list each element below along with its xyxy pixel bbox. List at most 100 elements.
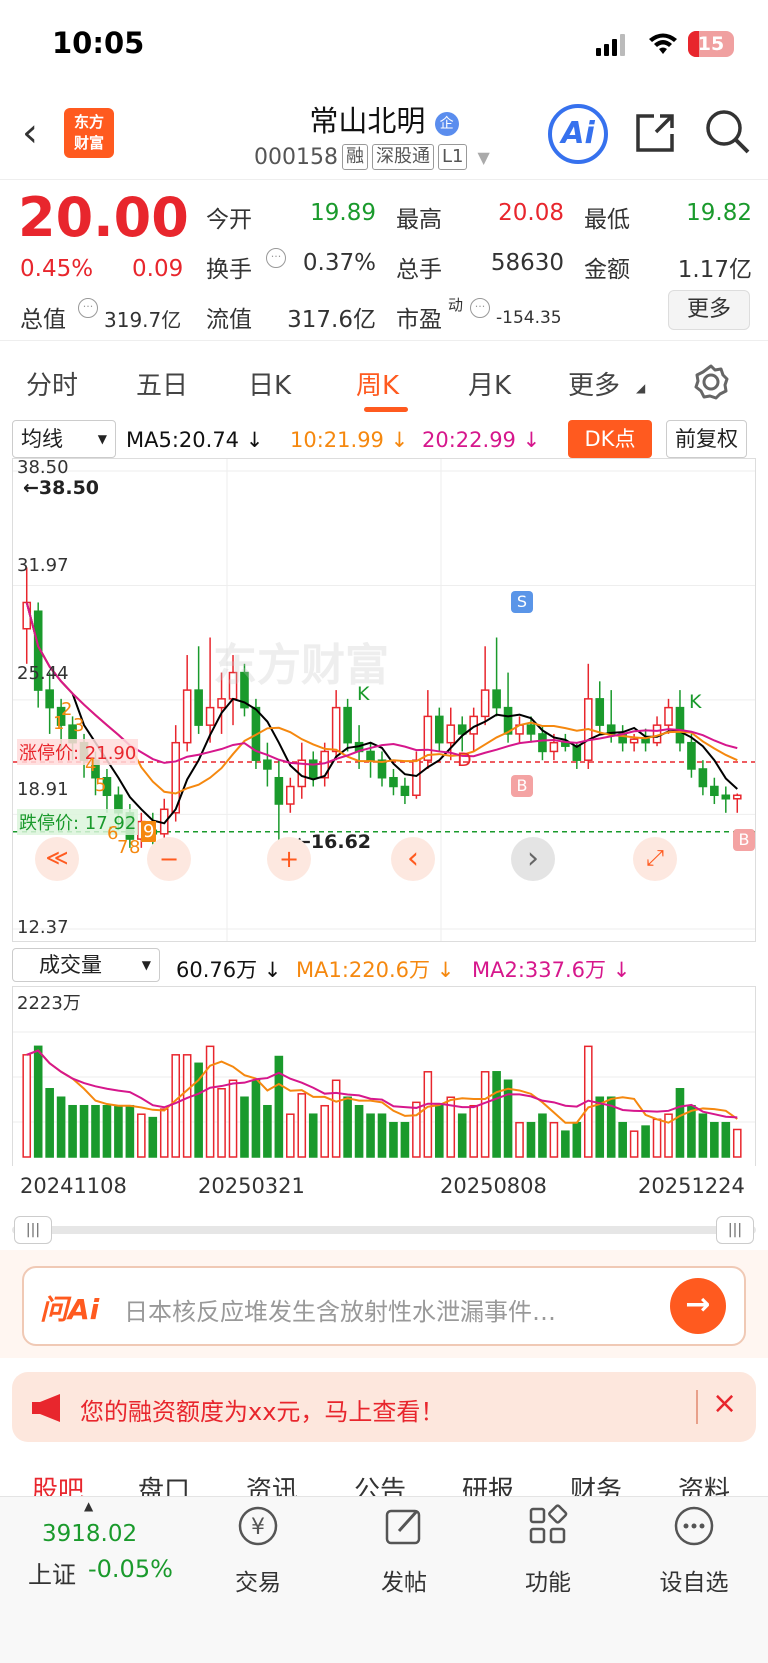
tab-weekly-k[interactable]: 周K [356, 365, 399, 402]
info-icon[interactable]: ··· [470, 298, 490, 318]
volume-bar [698, 1113, 708, 1158]
status-time: 10:05 [52, 26, 145, 60]
share-icon[interactable] [632, 110, 678, 156]
scroll-handle-left[interactable]: ||| [14, 1216, 52, 1244]
scroll-left-button[interactable]: ‹ [391, 837, 435, 881]
nav-add-watchlist-label: 设自选 [659, 1570, 729, 1596]
range-scrollbar[interactable]: ||| ||| [12, 1216, 756, 1244]
scroll-right-button[interactable]: › [511, 837, 555, 881]
volume-bar [79, 1104, 89, 1158]
ai-ask-box[interactable]: 问Ai 日本核反应堆发生含放射性水泄漏事件… → [22, 1266, 746, 1346]
volume-value-text: 60.76万 [176, 958, 258, 982]
dk-point-button[interactable]: DK点 [568, 420, 652, 458]
ma5-text: MA5:20.74 [126, 428, 240, 452]
limit-down-label: 跌停价: 17.92 [17, 809, 139, 835]
zoom-in-button[interactable]: + [267, 837, 311, 881]
buy-signal[interactable]: B [511, 775, 533, 797]
stock-header: ‹ 东方 财富 常山北明 企 000158 融 深股通 L1 ▼ Ai [0, 94, 768, 180]
nav-add-watchlist[interactable]: 设自选 [634, 1503, 754, 1597]
ai-button[interactable]: Ai [548, 104, 608, 164]
vol-ma2-text: MA2:337.6万 [472, 958, 607, 982]
volume-bar [320, 1104, 330, 1158]
candle-body [687, 741, 696, 770]
search-icon[interactable] [704, 108, 750, 158]
candle-body [492, 689, 501, 709]
volume-bar [526, 1121, 536, 1158]
candle-body [698, 768, 708, 788]
tab-profile[interactable]: 资料 [678, 1470, 730, 1498]
candle-body [423, 715, 433, 761]
y-label-top: 38.50 [17, 457, 69, 478]
tab-research[interactable]: 研报 [462, 1470, 514, 1498]
tab-news[interactable]: 资讯 [246, 1470, 298, 1498]
candle-body [721, 794, 731, 800]
expand-icon[interactable]: ▼ [477, 148, 489, 167]
volume-bar [125, 1104, 135, 1158]
candle-body [320, 750, 330, 779]
info-icon[interactable]: ··· [78, 298, 98, 318]
candle-body [710, 785, 719, 797]
min-marker-value: 16.62 [310, 831, 372, 853]
tab-intraday[interactable]: 分时 [26, 365, 78, 402]
info-icon[interactable]: ··· [266, 248, 286, 268]
tab-monthly-k[interactable]: 月K [468, 365, 511, 402]
volume-chart[interactable]: 2223万 [12, 986, 756, 1166]
tab-daily-k[interactable]: 日K [248, 365, 291, 402]
volume-bar [331, 1079, 341, 1158]
candle-body [389, 776, 398, 788]
nav-trade[interactable]: ¥ 交易 [198, 1503, 318, 1597]
y-label-3: 25.44 [17, 663, 69, 684]
volume-svg [13, 1031, 755, 1158]
buy-signal[interactable]: B [733, 829, 755, 851]
settings-gear-icon[interactable] [692, 363, 730, 401]
tab-finance[interactable]: 财务 [570, 1470, 622, 1498]
date-label: 20241108 [20, 1174, 127, 1198]
k-signal: K [357, 683, 370, 705]
pe-value: -154.35 [496, 308, 562, 328]
promo-banner[interactable]: 您的融资额度为xx元，马上查看！ × [12, 1372, 756, 1442]
volume-bar [240, 1096, 249, 1158]
candle-body [480, 689, 490, 718]
volume-bar [148, 1116, 158, 1158]
seq-2: 2 [61, 699, 73, 720]
candle-body [526, 724, 536, 735]
close-icon[interactable]: × [712, 1386, 737, 1421]
index-value[interactable]: 3918.02 [42, 1521, 137, 1547]
stock-title: 常山北明 [309, 104, 426, 138]
volume-bar [423, 1071, 433, 1158]
nav-functions[interactable]: 功能 [488, 1503, 608, 1597]
d-signal: D [457, 749, 472, 771]
grid-icon [529, 1504, 568, 1544]
nav-post[interactable]: 发帖 [344, 1503, 464, 1597]
more-button[interactable]: 更多 [668, 290, 750, 330]
volume-select[interactable]: 成交量 ▼ [12, 948, 160, 982]
volume-bar [457, 1113, 467, 1158]
tab-more[interactable]: 更多 [568, 365, 620, 402]
wifi-icon [649, 33, 677, 54]
candle-body [308, 759, 318, 779]
zoom-out-button[interactable]: − [147, 837, 191, 881]
index-change[interactable]: -0.05% [88, 1555, 173, 1583]
tab-pankou[interactable]: 盘口 [138, 1470, 190, 1498]
tab-five-day[interactable]: 五日 [136, 365, 188, 402]
sell-signal[interactable]: S [511, 591, 533, 613]
tab-guba[interactable]: 股吧 [32, 1470, 84, 1498]
edit-icon [385, 1509, 421, 1545]
y-label-4: 18.91 [17, 779, 69, 800]
pe-sup: 动 [448, 296, 464, 314]
index-name[interactable]: 上证 [28, 1555, 76, 1590]
volume-value: 60.76万 ↓ [176, 958, 282, 982]
bottom-nav: ▲ 3918.02 上证 -0.05% ¥ 交易 发帖 功能 设自选 [0, 1496, 768, 1663]
zoom-out-fast-button[interactable]: ≪ [35, 837, 79, 881]
fullscreen-button[interactable]: ⤢ [633, 837, 677, 881]
ai-submit-arrow-icon[interactable]: → [670, 1278, 726, 1334]
kline-chart[interactable]: 38.50 31.97 25.44 18.91 12.37 ←38.50 ←16… [12, 457, 756, 942]
volume-bar [389, 1121, 398, 1158]
scroll-handle-right[interactable]: ||| [716, 1216, 754, 1244]
tab-announcements[interactable]: 公告 [354, 1470, 406, 1498]
adjust-button[interactable]: 前复权 [666, 420, 747, 458]
up-arrow-icon: ▲ [84, 1499, 94, 1513]
indicator-select[interactable]: 均线 ▼ [12, 420, 116, 458]
megaphone-icon [32, 1394, 60, 1422]
volume-bar [434, 1104, 444, 1158]
